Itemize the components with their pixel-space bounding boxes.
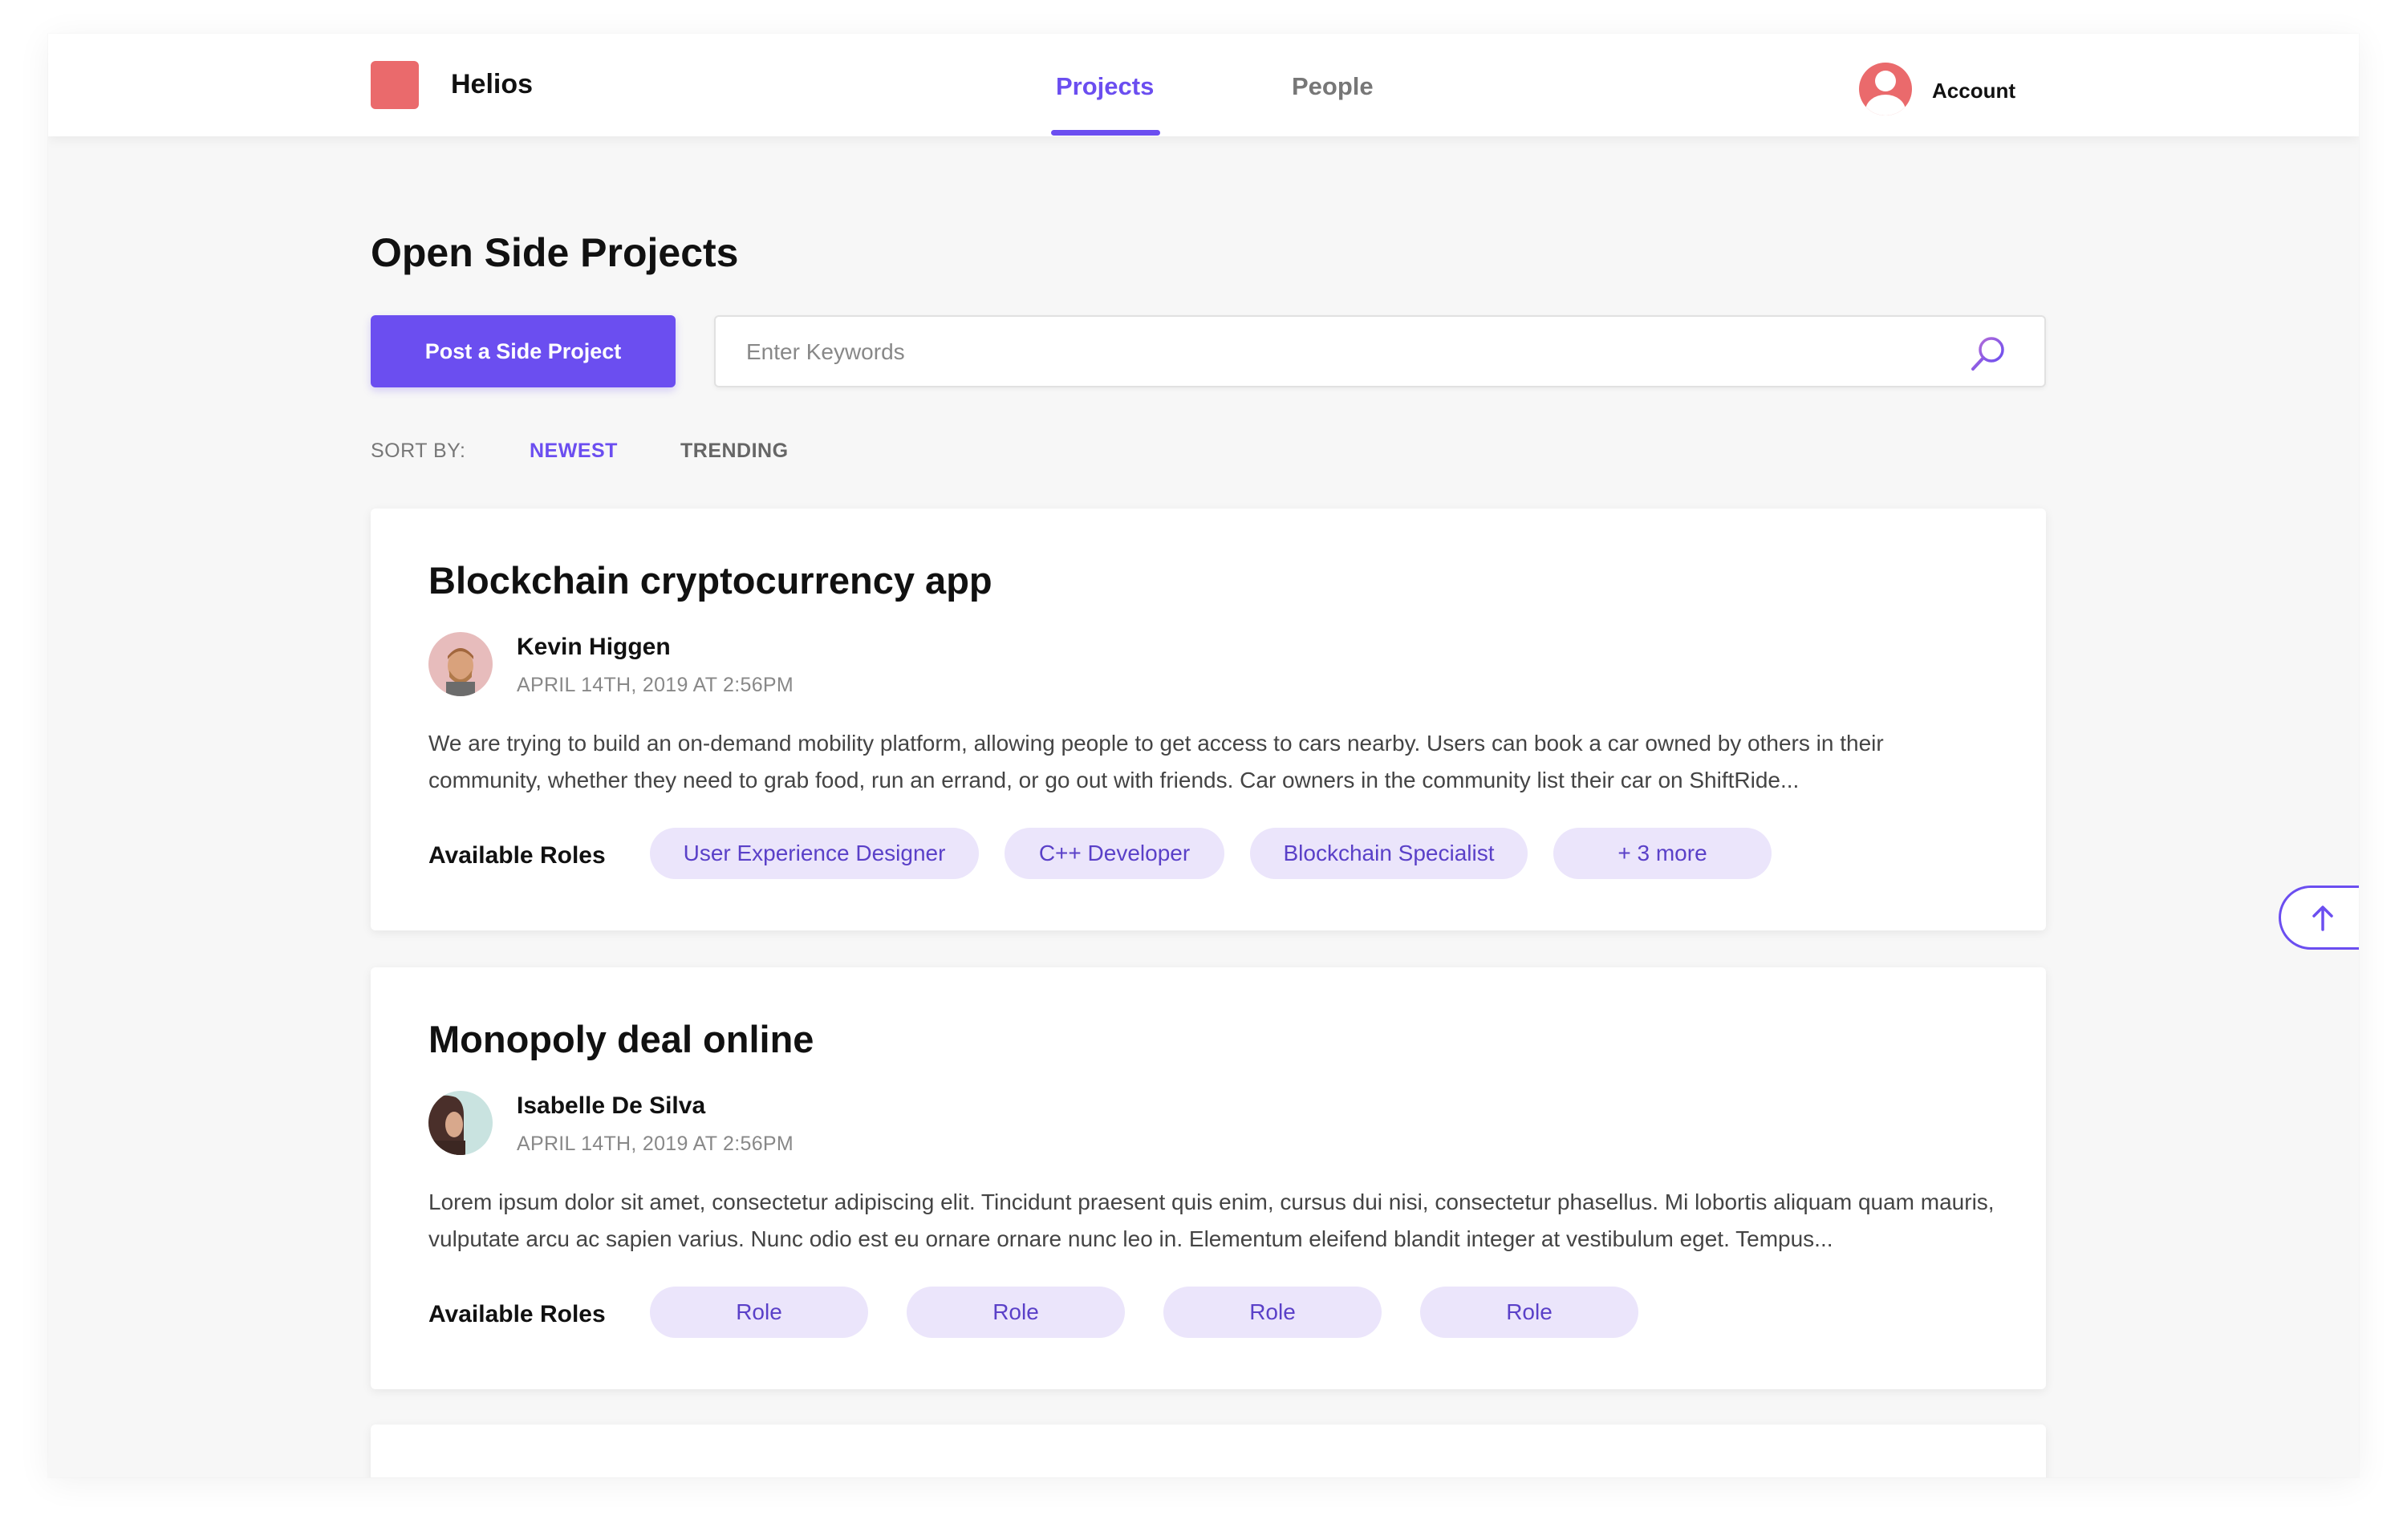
app-window: Helios Projects People Account Open Side… <box>48 34 2359 1477</box>
role-pill[interactable]: Role <box>1420 1287 1638 1338</box>
project-title[interactable]: Monopoly deal online <box>428 1017 814 1061</box>
top-nav: Helios Projects People Account <box>48 34 2359 136</box>
project-title[interactable]: Blockchain cryptocurrency app <box>428 558 992 602</box>
author-avatar[interactable] <box>428 632 493 696</box>
search-icon[interactable] <box>1967 333 2009 375</box>
post-date: APRIL 14TH, 2019 AT 2:56PM <box>517 674 794 696</box>
role-pill[interactable]: User Experience Designer <box>650 828 979 879</box>
account-link[interactable]: Account <box>1932 79 2015 103</box>
roles-label: Available Roles <box>428 1301 606 1327</box>
role-pill[interactable]: Role <box>907 1287 1125 1338</box>
role-pill[interactable]: C++ Developer <box>1005 828 1224 879</box>
tab-people[interactable]: People <box>1292 72 1374 101</box>
page-title: Open Side Projects <box>371 230 739 275</box>
author-name[interactable]: Isabelle De Silva <box>517 1092 705 1120</box>
project-card[interactable]: Monopoly deal online Isabelle De Silva A… <box>371 967 2046 1389</box>
active-tab-indicator <box>1051 130 1160 136</box>
sort-label: SORT BY: <box>371 440 466 462</box>
project-description: We are trying to build an on-demand mobi… <box>428 731 1884 792</box>
account-avatar-icon[interactable] <box>1859 63 1912 116</box>
logo[interactable] <box>371 61 419 109</box>
sort-newest[interactable]: NEWEST <box>530 440 618 463</box>
project-description: Lorem ipsum dolor sit amet, consectetur … <box>428 1189 1995 1251</box>
tab-projects[interactable]: Projects <box>1056 72 1154 101</box>
post-date: APRIL 14TH, 2019 AT 2:56PM <box>517 1133 794 1155</box>
author-avatar[interactable] <box>428 1091 493 1155</box>
role-pill[interactable]: Blockchain Specialist <box>1250 828 1528 879</box>
role-pill[interactable]: Role <box>1163 1287 1382 1338</box>
search-input[interactable] <box>746 333 1934 371</box>
brand-name[interactable]: Helios <box>451 69 533 100</box>
search-bar <box>714 315 2046 387</box>
post-project-button[interactable]: Post a Side Project <box>371 315 676 387</box>
role-pill[interactable]: Role <box>650 1287 868 1338</box>
scroll-to-top-button[interactable] <box>2279 886 2359 950</box>
more-roles-pill[interactable]: + 3 more <box>1553 828 1772 879</box>
project-card[interactable] <box>371 1424 2046 1477</box>
sort-trending[interactable]: TRENDING <box>680 440 789 463</box>
project-card[interactable]: Blockchain cryptocurrency app Kevin Higg… <box>371 509 2046 930</box>
arrow-up-icon <box>2312 906 2333 931</box>
roles-label: Available Roles <box>428 842 606 869</box>
author-name[interactable]: Kevin Higgen <box>517 634 671 661</box>
